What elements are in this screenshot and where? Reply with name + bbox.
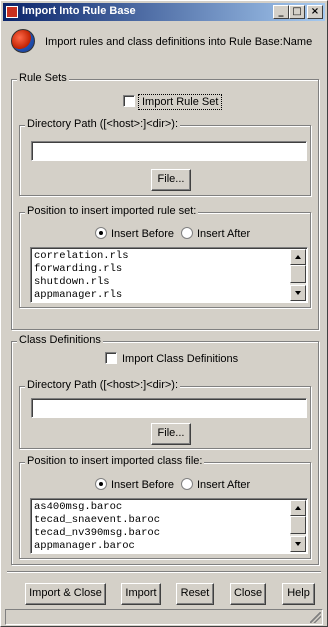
radio-dot[interactable] (181, 227, 193, 239)
import-rule-set-checkbox[interactable]: Import Rule Set (123, 94, 223, 110)
class-file-button[interactable]: File... (151, 423, 191, 445)
class-dir-input[interactable] (31, 398, 307, 418)
import-button[interactable]: Import (121, 583, 161, 605)
list-item[interactable]: forwarding.rls (34, 263, 289, 276)
chevron-down-icon (295, 542, 301, 546)
rule-list-scrollbar[interactable] (290, 249, 306, 301)
scroll-up-button[interactable] (290, 249, 306, 265)
rule-insert-before-radio[interactable]: Insert Before (95, 227, 174, 240)
rule-insert-after-radio[interactable]: Insert After (181, 227, 250, 240)
rule-dir-legend: Directory Path ([<host>:]<dir>): (25, 118, 181, 130)
status-bar (5, 609, 323, 625)
import-rule-set-label: Import Rule Set (137, 94, 223, 110)
header-description: Import rules and class definitions into … (45, 36, 313, 48)
bottom-separator (7, 571, 321, 573)
list-item[interactable]: shutdown.rls (34, 276, 289, 289)
chevron-up-icon (295, 255, 301, 259)
scroll-down-button[interactable] (290, 285, 306, 301)
rule-insert-before-label: Insert Before (111, 228, 174, 240)
class-position-legend: Position to insert imported class file: (25, 455, 205, 467)
rule-insert-after-label: Insert After (197, 228, 251, 240)
title-bar[interactable]: Import Into Rule Base _ □ × (3, 3, 325, 21)
scroll-down-button[interactable] (290, 536, 306, 552)
reset-button[interactable]: Reset (176, 583, 214, 605)
globe-icon (11, 29, 35, 53)
list-item[interactable]: correlation.rls (34, 250, 289, 263)
import-class-definitions-label: Import Class Definitions (122, 353, 239, 365)
class-dir-legend: Directory Path ([<host>:]<dir>): (25, 379, 181, 391)
import-class-definitions-checkbox[interactable]: Import Class Definitions (105, 352, 238, 365)
class-list-scrollbar[interactable] (290, 500, 306, 552)
checkbox-box[interactable] (123, 95, 135, 107)
dialog-header: Import rules and class definitions into … (9, 27, 325, 57)
close-window-button[interactable]: × (307, 5, 323, 19)
scroll-thumb[interactable] (290, 265, 306, 283)
window-title: Import Into Rule Base (22, 5, 136, 17)
minimize-button[interactable]: _ (273, 5, 289, 19)
class-definitions-legend: Class Definitions (17, 334, 103, 346)
radio-dot-selected[interactable] (95, 227, 107, 239)
class-insert-before-label: Insert Before (111, 479, 174, 491)
rule-set-listbox[interactable]: correlation.rls forwarding.rls shutdown.… (30, 247, 308, 303)
maximize-button[interactable]: □ (289, 5, 305, 19)
import-close-button[interactable]: Import & Close (25, 583, 106, 605)
chevron-up-icon (295, 506, 301, 510)
radio-dot-selected[interactable] (95, 478, 107, 490)
rule-position-legend: Position to insert imported rule set: (25, 205, 199, 217)
list-item[interactable]: appmanager.rls (34, 289, 289, 302)
radio-dot[interactable] (181, 478, 193, 490)
help-button[interactable]: Help (282, 583, 315, 605)
rule-dir-input[interactable] (31, 141, 307, 161)
class-insert-after-radio[interactable]: Insert After (181, 478, 250, 491)
rule-sets-legend: Rule Sets (17, 72, 69, 84)
scroll-up-button[interactable] (290, 500, 306, 516)
app-icon (6, 6, 18, 18)
rule-file-button[interactable]: File... (151, 169, 191, 191)
list-item[interactable]: tecad_nv390msg.baroc (34, 527, 289, 540)
list-item[interactable]: as400msg.baroc (34, 501, 289, 514)
class-insert-before-radio[interactable]: Insert Before (95, 478, 174, 491)
close-button[interactable]: Close (230, 583, 266, 605)
class-file-listbox[interactable]: as400msg.baroc tecad_snaevent.baroc teca… (30, 498, 308, 554)
chevron-down-icon (295, 291, 301, 295)
list-item[interactable]: tecad_snaevent.baroc (34, 514, 289, 527)
class-insert-after-label: Insert After (197, 479, 251, 491)
scroll-thumb[interactable] (290, 516, 306, 534)
resize-grip-icon[interactable] (310, 612, 321, 623)
checkbox-box[interactable] (105, 352, 117, 364)
import-dialog-window: Import Into Rule Base _ □ × Import rules… (0, 0, 328, 627)
list-item[interactable]: appmanager.baroc (34, 540, 289, 553)
